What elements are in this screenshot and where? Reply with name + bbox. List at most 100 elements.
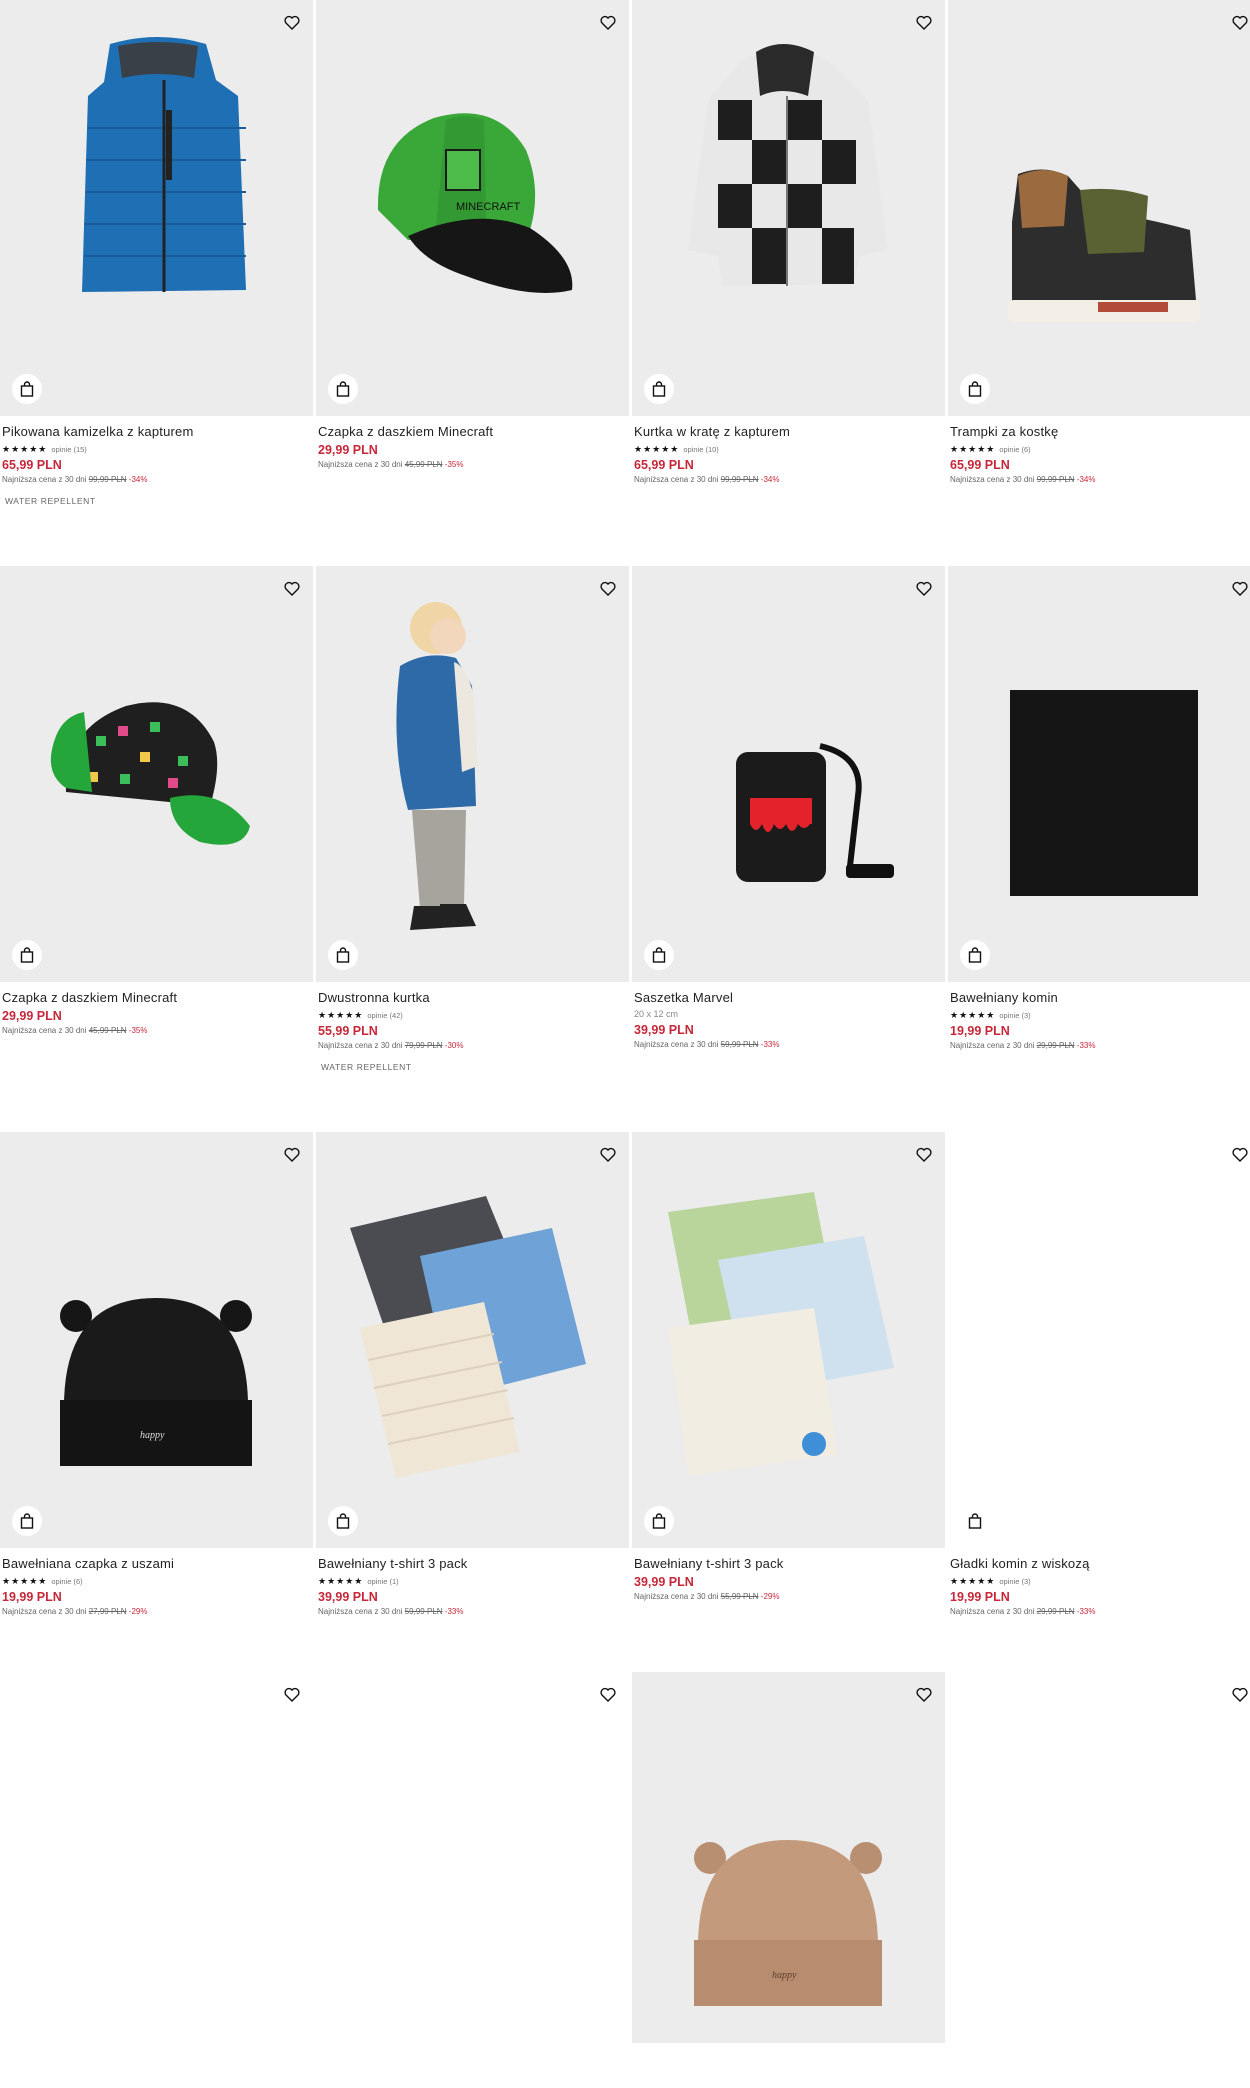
product-name[interactable]: Pikowana kamizelka z kapturem: [2, 423, 307, 441]
review-count[interactable]: opinie (6): [51, 1577, 82, 1586]
product-price: 19,99 PLN: [950, 1590, 1010, 1604]
lowest-price-note: Najniższa cena z 30 dni 59,99 PLN -33%: [634, 1039, 939, 1051]
review-count[interactable]: opinie (6): [999, 445, 1030, 454]
add-to-cart-bag-icon[interactable]: [12, 374, 42, 404]
add-to-cart-bag-icon[interactable]: [644, 1506, 674, 1536]
favorite-heart-icon[interactable]: [1228, 1142, 1250, 1166]
old-price: 99,99 PLN: [88, 475, 127, 484]
product-image[interactable]: [948, 1672, 1250, 2088]
product-image[interactable]: [632, 566, 945, 982]
product-info: Czapka z daszkiem Minecraft 29,99 PLN Na…: [318, 423, 623, 471]
svg-text:MINECRAFT: MINECRAFT: [456, 201, 520, 213]
favorite-heart-icon[interactable]: [912, 576, 936, 600]
product-name[interactable]: Bawełniany komin: [950, 989, 1250, 1007]
favorite-heart-icon[interactable]: [280, 1682, 304, 1706]
favorite-heart-icon[interactable]: [1228, 10, 1250, 34]
product-name[interactable]: Trampki za kostkę: [950, 423, 1250, 441]
product-name[interactable]: Bawełniany t-shirt 3 pack: [318, 1555, 623, 1573]
favorite-heart-icon[interactable]: [280, 576, 304, 600]
add-to-cart-bag-icon[interactable]: [328, 374, 358, 404]
product-image[interactable]: [948, 0, 1250, 416]
rating-stars: ★★★★★: [318, 1009, 364, 1020]
product-info: Saszetka Marvel 20 x 12 cm 39,99 PLN Naj…: [634, 989, 939, 1051]
product-image[interactable]: [632, 0, 945, 416]
product-name[interactable]: Czapka z daszkiem Minecraft: [2, 989, 307, 1007]
favorite-heart-icon[interactable]: [596, 576, 620, 600]
review-count[interactable]: opinie (42): [367, 1011, 402, 1020]
product-image[interactable]: [316, 566, 629, 982]
favorite-heart-icon[interactable]: [596, 10, 620, 34]
old-price: 45,99 PLN: [88, 1026, 127, 1035]
add-to-cart-bag-icon[interactable]: [328, 940, 358, 970]
product-price: 29,99 PLN: [2, 1009, 62, 1023]
high-top-sneakers-image: [1008, 169, 1200, 322]
beige-beanie-with-ears-image: happy: [694, 1840, 882, 2006]
svg-text:happy: happy: [140, 1430, 165, 1441]
review-count[interactable]: opinie (1): [367, 1577, 398, 1586]
old-price: 27,99 PLN: [88, 1607, 127, 1616]
add-to-cart-bag-icon[interactable]: [960, 940, 990, 970]
product-rating: ★★★★★ opinie (42): [318, 1008, 623, 1022]
product-name[interactable]: Dwustronna kurtka: [318, 989, 623, 1007]
product-name[interactable]: Bawełniany t-shirt 3 pack: [634, 1555, 939, 1573]
rating-stars: ★★★★★: [318, 1575, 364, 1586]
add-to-cart-bag-icon[interactable]: [12, 940, 42, 970]
discount-percent: -35%: [444, 460, 464, 469]
product-image[interactable]: [316, 1132, 629, 1548]
product-name[interactable]: Saszetka Marvel: [634, 989, 939, 1007]
product-image[interactable]: [0, 566, 313, 982]
add-to-cart-bag-icon[interactable]: [12, 1506, 42, 1536]
marvel-pouch-image: [736, 743, 894, 882]
favorite-heart-icon[interactable]: [596, 1682, 620, 1706]
product-image[interactable]: [948, 1132, 1250, 1548]
favorite-heart-icon[interactable]: [912, 1682, 936, 1706]
product-name[interactable]: Czapka z daszkiem Minecraft: [318, 423, 623, 441]
rating-stars: ★★★★★: [950, 1009, 996, 1020]
favorite-heart-icon[interactable]: [280, 1142, 304, 1166]
favorite-heart-icon[interactable]: [912, 10, 936, 34]
product-rating: ★★★★★ opinie (6): [2, 1574, 307, 1588]
minecraft-cap-image: MINECRAFT: [377, 113, 573, 293]
product-rating: ★★★★★ opinie (3): [950, 1008, 1250, 1022]
product-price: 39,99 PLN: [634, 1023, 694, 1037]
product-info: Gładki komin z wiskozą ★★★★★ opinie (3) 1…: [950, 1555, 1250, 1618]
child-in-jacket-image: [396, 602, 478, 930]
add-to-cart-bag-icon[interactable]: [644, 940, 674, 970]
product-image[interactable]: [0, 0, 313, 416]
add-to-cart-bag-icon[interactable]: [960, 1506, 990, 1536]
review-count[interactable]: opinie (10): [683, 445, 718, 454]
favorite-heart-icon[interactable]: [280, 10, 304, 34]
favorite-heart-icon[interactable]: [1228, 576, 1250, 600]
review-count[interactable]: opinie (3): [999, 1011, 1030, 1020]
product-image[interactable]: [316, 1672, 629, 2088]
favorite-heart-icon[interactable]: [596, 1142, 620, 1166]
product-price: 29,99 PLN: [318, 443, 378, 457]
product-name[interactable]: Bawełniana czapka z uszami: [2, 1555, 307, 1573]
product-image[interactable]: MINECRAFT: [316, 0, 629, 416]
discount-percent: -29%: [128, 1607, 148, 1616]
product-name[interactable]: Gładki komin z wiskozą: [950, 1555, 1250, 1573]
product-image[interactable]: happy: [0, 1132, 313, 1548]
lowest-price-label: Najniższa cena z 30 dni: [950, 1607, 1035, 1616]
product-image[interactable]: happy: [632, 1672, 945, 2043]
add-to-cart-bag-icon[interactable]: [960, 374, 990, 404]
favorite-heart-icon[interactable]: [1228, 1682, 1250, 1706]
product-name[interactable]: Kurtka w kratę z kapturem: [634, 423, 939, 441]
old-price: 45,99 PLN: [404, 460, 443, 469]
rating-stars: ★★★★★: [2, 443, 48, 454]
favorite-heart-icon[interactable]: [912, 1142, 936, 1166]
review-count[interactable]: opinie (3): [999, 1577, 1030, 1586]
minecraft-cap-pattern-image: [50, 702, 250, 845]
add-to-cart-bag-icon[interactable]: [644, 374, 674, 404]
product-image[interactable]: [0, 1672, 313, 2088]
tshirt-3-pack-pastel-image: [668, 1192, 894, 1476]
add-to-cart-bag-icon[interactable]: [328, 1506, 358, 1536]
discount-percent: -33%: [1076, 1041, 1096, 1050]
product-image[interactable]: [948, 566, 1250, 982]
product-price: 19,99 PLN: [950, 1024, 1010, 1038]
product-rating: ★★★★★ opinie (1): [318, 1574, 623, 1588]
old-price: 59,99 PLN: [404, 1607, 443, 1616]
discount-percent: -30%: [444, 1041, 464, 1050]
product-image[interactable]: [632, 1132, 945, 1548]
review-count[interactable]: opinie (15): [51, 445, 86, 454]
